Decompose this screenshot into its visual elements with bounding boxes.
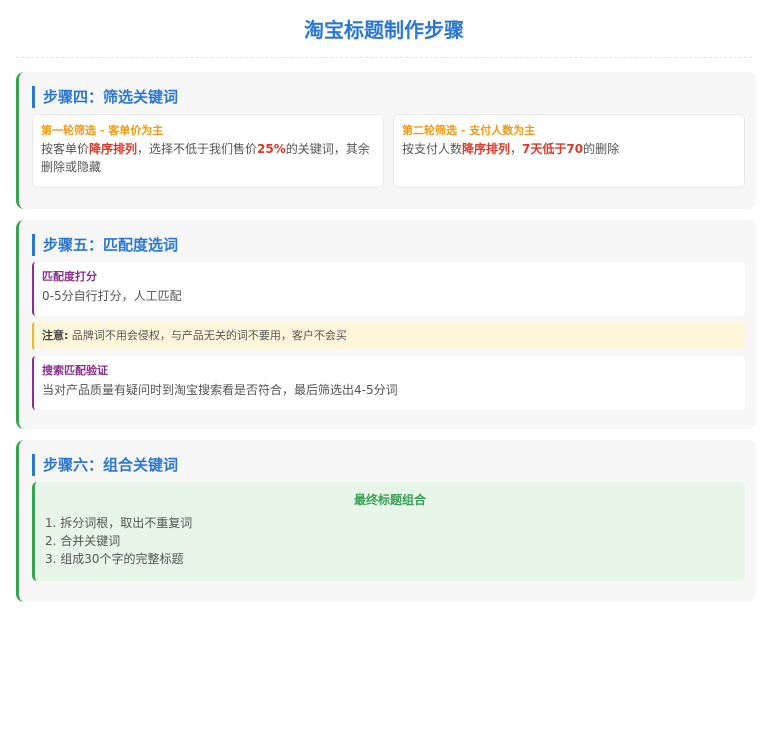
- title-divider: [16, 57, 752, 58]
- step4-round1-card: 第一轮筛选 - 客单价为主 按客单价降序排列，选择不低于我们售价25%的关键词，…: [32, 114, 384, 188]
- page: 淘宝标题制作步骤 步骤四：筛选关键词 第一轮筛选 - 客单价为主 按客单价降序排…: [0, 0, 768, 742]
- warning-note: 注意: 品牌词不用会侵权，与产品无关的词不要用，客户不会买: [32, 322, 745, 350]
- list-item: 1. 拆分词根，取出不重复词: [45, 516, 193, 530]
- round2-title: 第二轮筛选 - 支付人数为主: [402, 124, 536, 137]
- round2-highlight-sort: 降序排列: [462, 142, 511, 156]
- round2-text: 按支付人数降序排列，7天低于70的删除: [402, 140, 736, 158]
- match-score-text: 0-5分自行打分，人工匹配: [42, 289, 182, 303]
- step6-heading: 步骤六：组合关键词: [32, 454, 178, 476]
- list-item: 3. 组成30个字的完整标题: [45, 552, 184, 566]
- step5-section: 步骤五：匹配度选词 匹配度打分 0-5分自行打分，人工匹配 注意: 品牌词不用会…: [16, 220, 756, 429]
- step4-round2-card: 第二轮筛选 - 支付人数为主 按支付人数降序排列，7天低于70的删除: [393, 114, 745, 188]
- round2-text-3: 的删除: [583, 142, 620, 156]
- round2-highlight-threshold: 7天低于70: [522, 142, 584, 156]
- page-title: 淘宝标题制作步骤: [304, 18, 464, 42]
- search-verify-text: 当对产品质量有疑问时到淘宝搜索看是否符合，最后筛选出4-5分词: [42, 383, 398, 397]
- note-text: 品牌词不用会侵权，与产品无关的词不要用，客户不会买: [68, 329, 347, 342]
- final-title-box: 最终标题组合 1. 拆分词根，取出不重复词 2. 合并关键词 3. 组成30个字…: [32, 482, 745, 581]
- list-item: 2. 合并关键词: [45, 534, 121, 548]
- search-verify-title: 搜索匹配验证: [42, 364, 108, 377]
- final-steps-list: 1. 拆分词根，取出不重复词 2. 合并关键词 3. 组成30个字的完整标题: [45, 514, 735, 568]
- match-score-title: 匹配度打分: [42, 270, 97, 283]
- match-score-card: 匹配度打分 0-5分自行打分，人工匹配: [32, 262, 745, 316]
- note-label: 注意:: [42, 329, 69, 342]
- round1-title: 第一轮筛选 - 客单价为主: [41, 124, 164, 137]
- step5-heading: 步骤五：匹配度选词: [32, 234, 178, 256]
- round2-text-1: 按支付人数: [402, 142, 463, 156]
- round1-text-2: ，选择不低于我们售价: [137, 142, 258, 156]
- round2-text-2: ，: [510, 142, 523, 156]
- step6-section: 步骤六：组合关键词 最终标题组合 1. 拆分词根，取出不重复词 2. 合并关键词…: [16, 440, 756, 602]
- round1-highlight-percent: 25%: [257, 142, 286, 156]
- round1-text: 按客单价降序排列，选择不低于我们售价25%的关键词，其余删除或隐藏: [41, 140, 375, 176]
- step4-section: 步骤四：筛选关键词 第一轮筛选 - 客单价为主 按客单价降序排列，选择不低于我们…: [16, 72, 756, 209]
- round1-highlight-sort: 降序排列: [89, 142, 138, 156]
- search-verify-card: 搜索匹配验证 当对产品质量有疑问时到淘宝搜索看是否符合，最后筛选出4-5分词: [32, 356, 745, 410]
- round1-text-1: 按客单价: [41, 142, 90, 156]
- final-title-heading: 最终标题组合: [353, 493, 426, 507]
- step4-heading: 步骤四：筛选关键词: [32, 86, 178, 108]
